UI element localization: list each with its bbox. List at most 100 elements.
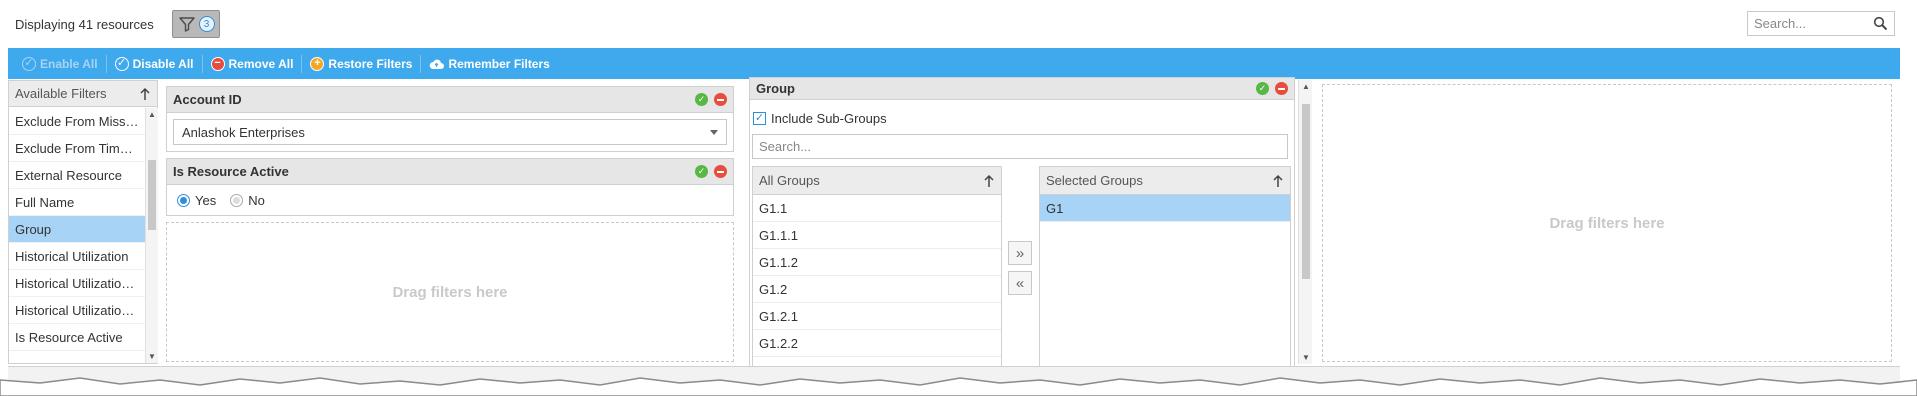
group-list-item[interactable]: G1.2.1 xyxy=(753,303,1001,330)
drop-zone-label: Drag filters here xyxy=(1549,214,1665,232)
disable-all-button[interactable]: ✓ Disable All xyxy=(107,54,202,74)
remove-filter-icon[interactable] xyxy=(1275,82,1288,95)
remove-filter-icon[interactable] xyxy=(714,165,727,178)
cloud-upload-icon xyxy=(430,59,445,69)
move-left-button[interactable]: « xyxy=(1008,271,1032,295)
selected-groups-header[interactable]: Selected Groups xyxy=(1040,167,1290,195)
available-filters-scrollbar[interactable]: ▲ ▼ xyxy=(145,108,158,363)
selected-groups-title: Selected Groups xyxy=(1046,173,1143,188)
account-id-filter: Account ID ✓ Anlashok Enterprises xyxy=(166,86,734,152)
available-filters-title: Available Filters xyxy=(15,86,107,101)
check-circle-icon: ✓ xyxy=(114,56,129,71)
available-filter-item[interactable]: Group xyxy=(9,216,145,243)
group-filter-header: Group ✓ xyxy=(750,78,1294,100)
top-bar: Displaying 41 resources 3 xyxy=(0,0,1900,48)
enable-check-icon[interactable]: ✓ xyxy=(695,165,708,178)
filter-toolbar: ✓ Enable All ✓ Disable All − Remove All … xyxy=(8,48,1900,79)
selected-groups-list: Selected Groups G1 xyxy=(1039,166,1291,366)
enable-all-label: Enable All xyxy=(40,56,98,71)
remember-filters-button[interactable]: Remember Filters xyxy=(421,54,557,74)
account-id-title: Account ID xyxy=(173,92,242,107)
account-id-value: Anlashok Enterprises xyxy=(182,124,305,140)
enable-check-icon[interactable]: ✓ xyxy=(1256,82,1269,95)
torn-edge-decoration xyxy=(0,377,1917,396)
account-id-dropdown[interactable]: Anlashok Enterprises xyxy=(173,119,727,145)
group-list-item[interactable]: G1.1.2 xyxy=(753,249,1001,276)
resource-count: Displaying 41 resources xyxy=(15,17,154,32)
selected-group-item[interactable]: G1 xyxy=(1040,195,1290,222)
resource-search xyxy=(1747,11,1895,36)
enable-all-button[interactable]: ✓ Enable All xyxy=(14,54,106,74)
group-search-input[interactable] xyxy=(753,135,1287,158)
minus-circle-icon: − xyxy=(210,56,225,71)
available-filter-item[interactable]: Exclude From Miss… xyxy=(9,108,145,135)
group-filter: Group ✓ ✓ Include Sub-Groups All Groups … xyxy=(749,77,1295,367)
check-circle-icon: ✓ xyxy=(22,56,36,71)
is-resource-active-title: Is Resource Active xyxy=(173,164,289,179)
available-filter-item[interactable]: Is Resource Active xyxy=(9,324,145,351)
group-list-item[interactable]: G1.1 xyxy=(753,195,1001,222)
available-filter-item[interactable]: Historical Utilizatio… xyxy=(9,270,145,297)
include-subgroups-checkbox[interactable]: ✓ xyxy=(753,111,766,125)
sort-up-arrow-icon[interactable] xyxy=(1272,174,1284,188)
is-resource-active-header: Is Resource Active ✓ xyxy=(167,159,733,185)
is-resource-active-filter: Is Resource Active ✓ Yes No xyxy=(166,158,734,216)
scroll-down-arrow-icon[interactable]: ▼ xyxy=(148,352,156,361)
remove-filter-icon[interactable] xyxy=(714,93,727,106)
double-chevron-left-icon: « xyxy=(1015,274,1025,292)
filter-toggle-button[interactable]: 3 xyxy=(172,10,220,38)
remember-filters-label: Remember Filters xyxy=(448,56,550,71)
group-filter-title: Group xyxy=(756,81,795,96)
search-icon[interactable] xyxy=(1873,16,1888,31)
plus-circle-icon: + xyxy=(310,56,325,71)
group-list-item[interactable]: G1.1.1 xyxy=(753,222,1001,249)
radio-yes-label: Yes xyxy=(195,192,217,208)
radio-no[interactable]: No xyxy=(230,193,265,208)
available-filter-item[interactable]: Historical Utilization xyxy=(9,243,145,270)
include-subgroups-option[interactable]: ✓ Include Sub-Groups xyxy=(750,106,1294,130)
funnel-icon xyxy=(178,17,195,32)
filters-scrollbar[interactable]: ▲ ▼ xyxy=(1298,80,1312,364)
remove-all-button[interactable]: − Remove All xyxy=(203,54,302,74)
radio-no-indicator[interactable] xyxy=(230,193,244,207)
double-chevron-right-icon: » xyxy=(1015,244,1025,262)
drop-zone-label: Drag filters here xyxy=(392,283,508,301)
radio-no-label: No xyxy=(248,192,265,208)
radio-yes[interactable]: Yes xyxy=(177,193,216,208)
available-filter-item[interactable]: Exclude From Tim… xyxy=(9,135,145,162)
available-filter-item[interactable]: External Resource xyxy=(9,162,145,189)
all-groups-header[interactable]: All Groups xyxy=(753,167,1001,195)
account-id-header: Account ID ✓ xyxy=(167,87,733,113)
group-search xyxy=(752,134,1288,159)
scroll-down-arrow-icon[interactable]: ▼ xyxy=(1302,353,1310,362)
filter-drop-zone[interactable]: Drag filters here xyxy=(166,222,734,362)
scrollbar-thumb[interactable] xyxy=(148,160,156,230)
filter-drop-zone-right[interactable]: Drag filters here xyxy=(1322,84,1892,362)
available-filters-header[interactable]: Available Filters xyxy=(9,81,157,107)
available-filters-list: Exclude From Miss… Exclude From Tim… Ext… xyxy=(9,108,145,351)
scrollbar-thumb[interactable] xyxy=(1302,104,1310,279)
group-list-item[interactable]: G1.2 xyxy=(753,276,1001,303)
move-right-button[interactable]: » xyxy=(1008,241,1032,265)
resource-search-input[interactable] xyxy=(1748,12,1866,35)
sort-up-arrow-icon[interactable] xyxy=(139,87,151,101)
chevron-down-icon xyxy=(710,129,718,135)
scroll-up-arrow-icon[interactable]: ▲ xyxy=(1302,82,1310,91)
active-filter-count-badge: 3 xyxy=(198,16,215,32)
restore-filters-button[interactable]: + Restore Filters xyxy=(302,54,420,74)
include-subgroups-label: Include Sub-Groups xyxy=(771,110,887,126)
remove-all-label: Remove All xyxy=(228,56,294,71)
available-filter-item[interactable]: Full Name xyxy=(9,189,145,216)
all-groups-list: All Groups G1.1 G1.1.1 G1.1.2 G1.2 G1.2.… xyxy=(752,166,1002,366)
scroll-up-arrow-icon[interactable]: ▲ xyxy=(148,110,156,119)
restore-filters-label: Restore Filters xyxy=(328,56,413,71)
available-filters-panel: Available Filters Exclude From Miss… Exc… xyxy=(8,80,158,364)
disable-all-label: Disable All xyxy=(132,56,194,71)
all-groups-title: All Groups xyxy=(759,173,820,188)
sort-up-arrow-icon[interactable] xyxy=(983,174,995,188)
available-filter-item[interactable]: Historical Utilizatio… xyxy=(9,297,145,324)
enable-check-icon[interactable]: ✓ xyxy=(695,93,708,106)
active-filters-column: Account ID ✓ Anlashok Enterprises Is Res… xyxy=(166,86,734,362)
group-list-item[interactable]: G1.2.2 xyxy=(753,330,1001,357)
radio-yes-indicator[interactable] xyxy=(177,193,190,207)
